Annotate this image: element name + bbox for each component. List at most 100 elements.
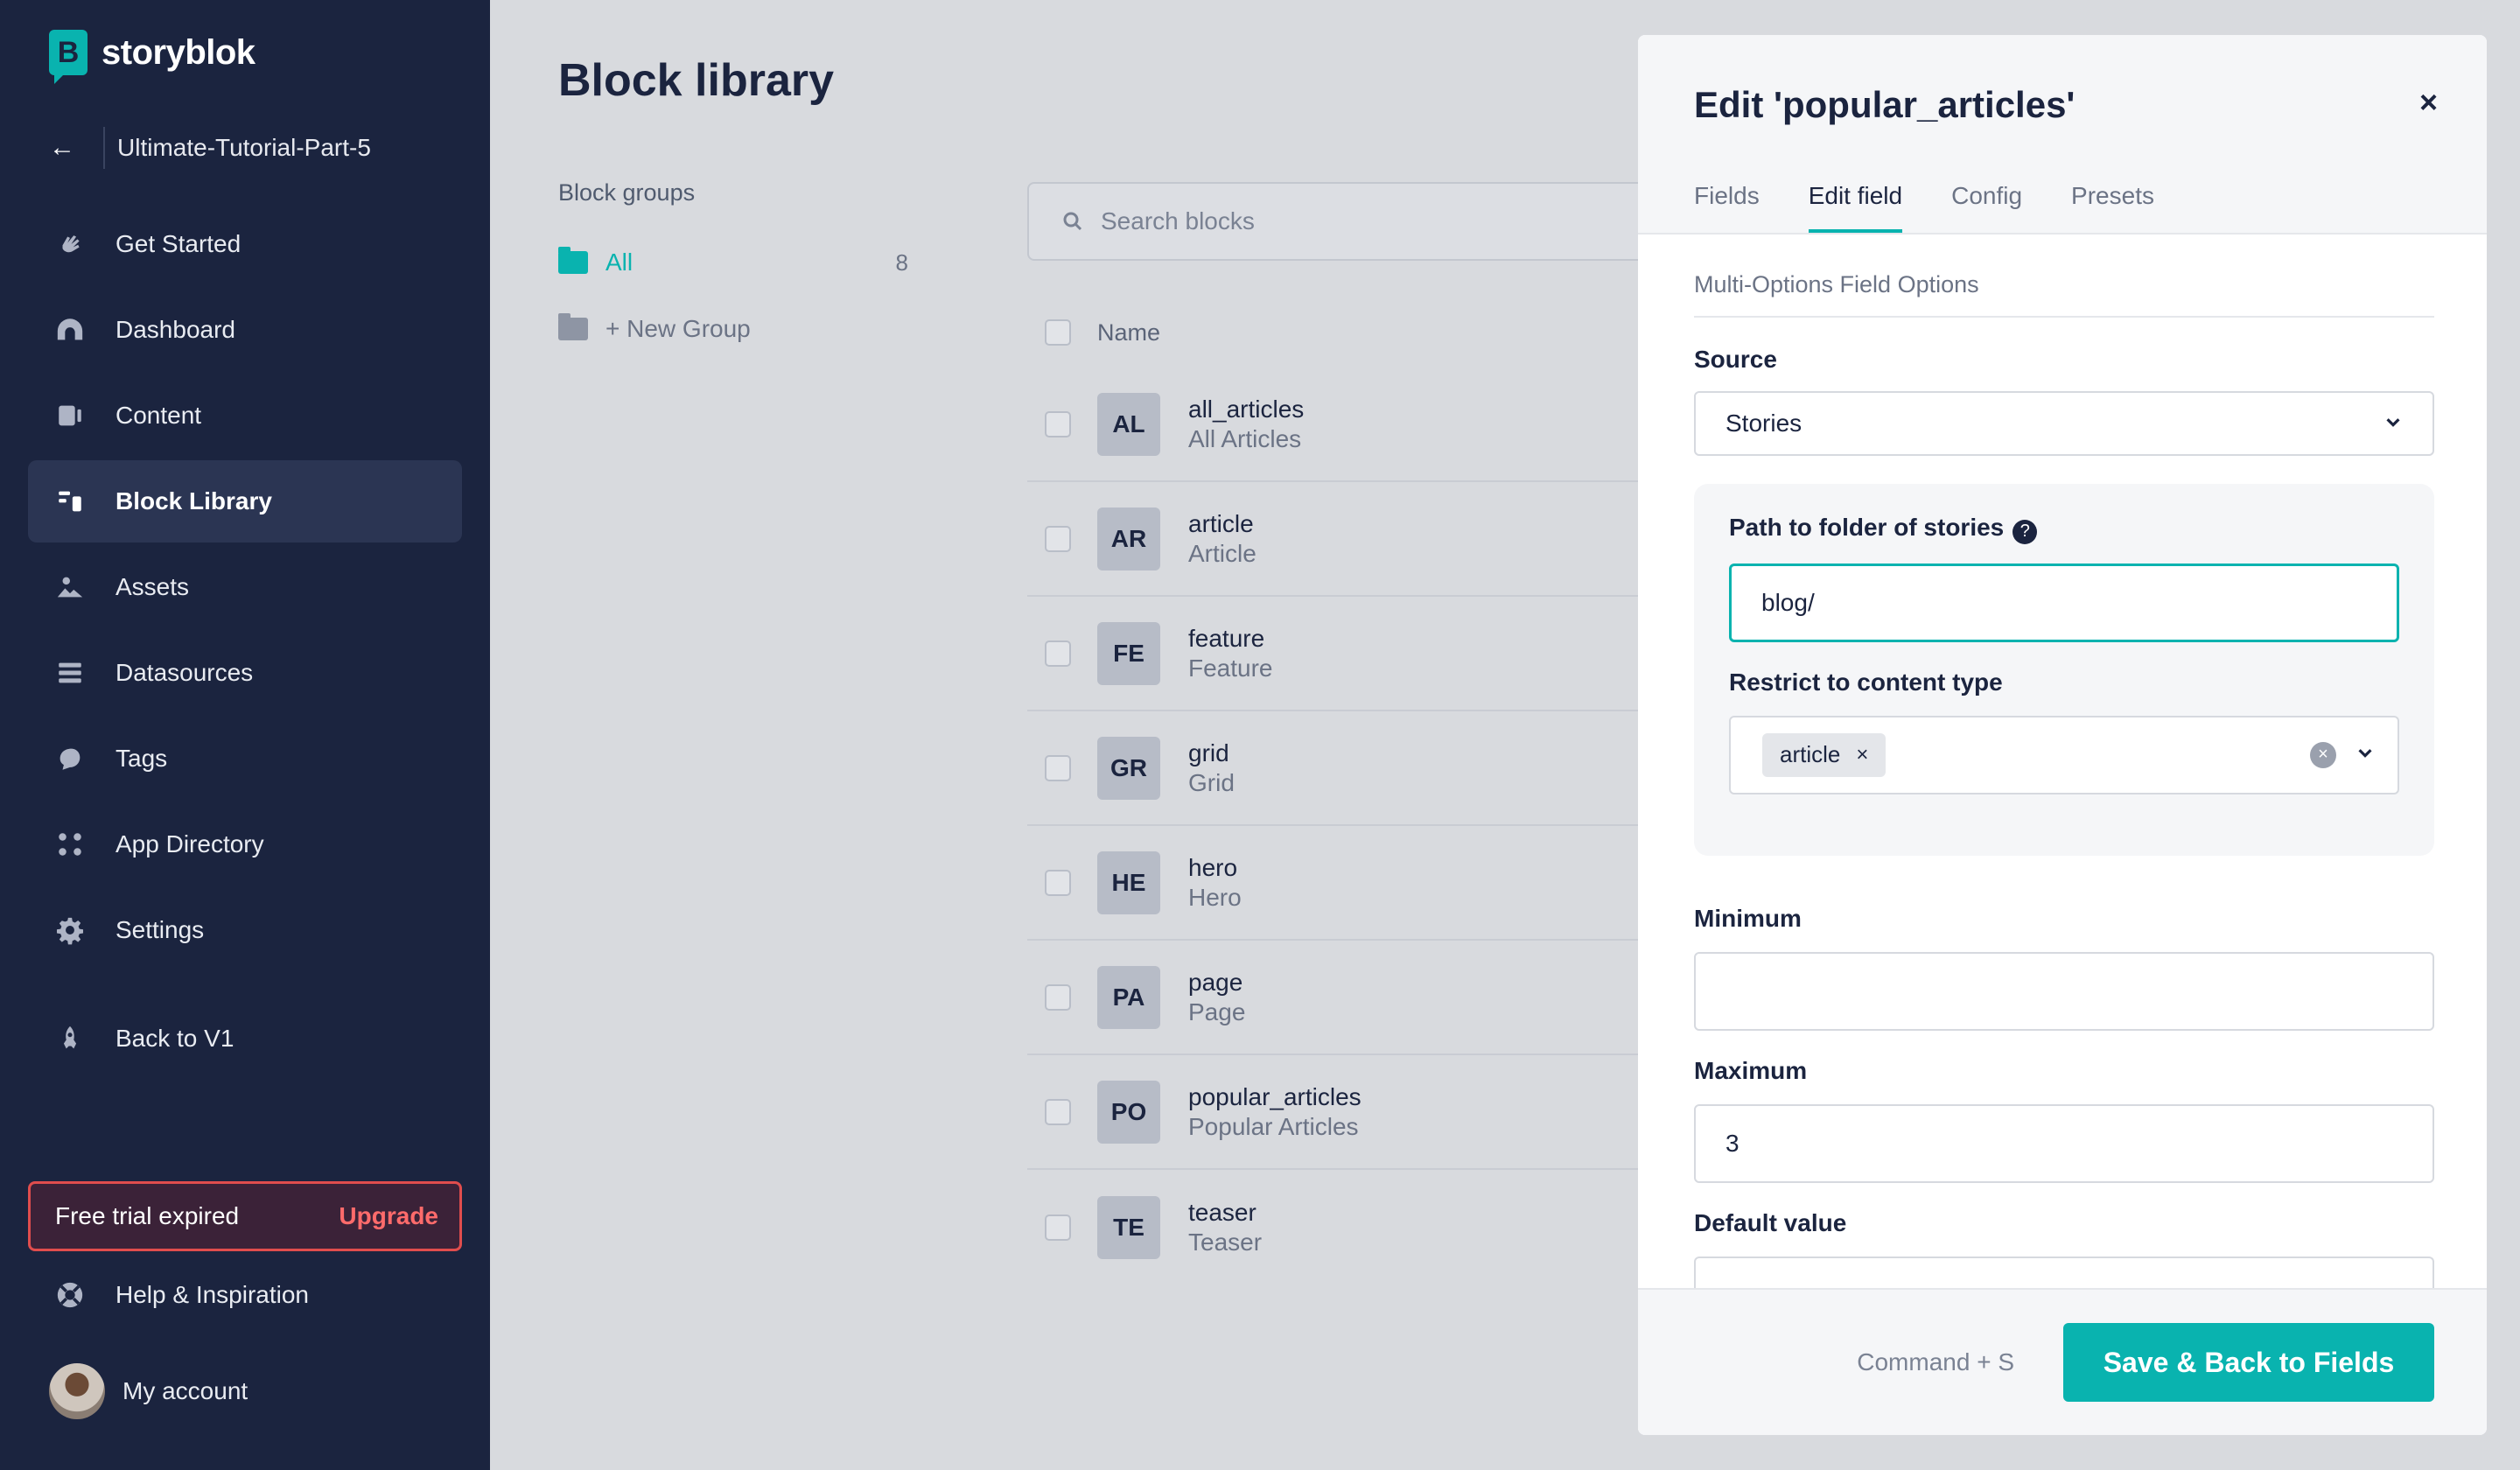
row-checkbox[interactable] — [1045, 984, 1071, 1011]
sidebar-item-label: Settings — [116, 916, 205, 943]
path-label: Path to folder of stories — [1729, 514, 2005, 541]
page-title: Block library — [558, 55, 835, 106]
tab-edit-field[interactable]: Edit field — [1808, 182, 1903, 233]
source-value: Stories — [1726, 410, 1802, 437]
block-name: hero — [1188, 853, 1238, 881]
path-input[interactable]: blog/ — [1729, 563, 2399, 642]
clear-icon[interactable]: × — [2310, 741, 2336, 768]
upgrade-link[interactable]: Upgrade — [339, 1202, 438, 1230]
content-type-select[interactable]: article × × — [1729, 715, 2399, 794]
sidebar-item-label: Back to V1 — [116, 1025, 234, 1052]
assets-icon — [54, 571, 86, 603]
help-inspiration-link[interactable]: Help & Inspiration — [54, 1279, 309, 1311]
row-text: teaser Teaser — [1188, 1199, 1262, 1256]
tab-fields[interactable]: Fields — [1694, 182, 1760, 233]
sidebar-item-assets[interactable]: Assets — [28, 546, 462, 628]
help-icon[interactable]: ? — [2012, 519, 2038, 544]
app-directory-icon — [54, 829, 86, 860]
row-checkbox[interactable] — [1045, 410, 1071, 438]
panel-tabs: Fields Edit field Config Presets — [1694, 182, 2154, 233]
close-icon[interactable]: × — [2419, 84, 2438, 121]
block-badge: PA — [1097, 965, 1160, 1029]
search-input[interactable]: Search blocks — [1027, 182, 1657, 261]
path-label-row: Path to folder of stories? — [1729, 514, 2399, 544]
row-checkbox[interactable] — [1045, 754, 1071, 781]
block-badge: AL — [1097, 392, 1160, 456]
select-all-checkbox[interactable] — [1045, 319, 1071, 346]
sidebar-item-settings[interactable]: Settings — [28, 889, 462, 971]
trial-status-text: Free trial expired — [55, 1202, 240, 1229]
search-placeholder: Search blocks — [1101, 207, 1255, 234]
block-name: feature — [1188, 624, 1265, 652]
row-checkbox[interactable] — [1045, 640, 1071, 667]
sidebar-item-get-started[interactable]: Get Started — [28, 203, 462, 285]
sidebar-item-content[interactable]: Content — [28, 374, 462, 457]
sidebar-item-back-to-v1[interactable]: Back to V1 — [28, 998, 462, 1080]
table-row[interactable]: PO popular_articles Popular Articles — [1027, 1055, 1640, 1170]
row-checkbox[interactable] — [1045, 1214, 1071, 1241]
table-row[interactable]: GR grid Grid — [1027, 711, 1640, 826]
panel-title: Edit 'popular_articles' — [1694, 84, 2076, 125]
path-value: blog/ — [1761, 588, 1815, 616]
sidebar-item-datasources[interactable]: Datasources — [28, 632, 462, 714]
group-all[interactable]: All 8 — [558, 247, 908, 276]
row-checkbox[interactable] — [1045, 1098, 1071, 1125]
block-display-name: Feature — [1188, 654, 1273, 682]
lifebuoy-icon — [54, 1279, 86, 1311]
minimum-label: Minimum — [1694, 904, 1802, 932]
block-name: grid — [1188, 738, 1229, 766]
sidebar-item-block-library[interactable]: Block Library — [28, 460, 462, 542]
space-name: Ultimate-Tutorial-Part-5 — [117, 134, 371, 161]
search-icon — [1062, 211, 1083, 232]
chevron-down-icon[interactable] — [2356, 743, 2375, 766]
minimum-input[interactable] — [1694, 951, 2434, 1031]
sidebar-nav: Get Started Dashboard Content Block Libr… — [28, 203, 462, 1083]
storyblok-logo[interactable]: B storyblok — [49, 30, 256, 84]
block-badge: HE — [1097, 850, 1160, 914]
tab-config[interactable]: Config — [1951, 182, 2022, 233]
my-account-link[interactable]: My account — [49, 1363, 248, 1419]
row-text: hero Hero — [1188, 854, 1242, 912]
new-group-button[interactable]: + New Group — [558, 313, 908, 343]
arrow-left-icon[interactable]: ← — [49, 133, 91, 163]
sidebar-item-label: Content — [116, 402, 202, 429]
sidebar-item-label: Block Library — [116, 487, 272, 514]
block-display-name: Page — [1188, 998, 1246, 1026]
save-back-button[interactable]: Save & Back to Fields — [2063, 1323, 2434, 1402]
block-display-name: Grid — [1188, 768, 1235, 796]
avatar — [49, 1363, 105, 1419]
tags-icon — [54, 743, 86, 774]
sidebar-item-app-directory[interactable]: App Directory — [28, 803, 462, 886]
sidebar-item-tags[interactable]: Tags — [28, 718, 462, 800]
row-checkbox[interactable] — [1045, 869, 1071, 896]
block-badge: FE — [1097, 621, 1160, 685]
table-row[interactable]: AR article Article — [1027, 482, 1640, 597]
source-select[interactable]: Stories — [1694, 391, 2434, 456]
hand-wave-icon — [54, 228, 86, 260]
row-text: all_articles All Articles — [1188, 396, 1304, 453]
block-display-name: Hero — [1188, 883, 1242, 911]
table-row[interactable]: HE hero Hero — [1027, 826, 1640, 941]
table-row[interactable]: PA page Page — [1027, 941, 1640, 1055]
gear-icon — [54, 914, 86, 946]
sidebar-item-label: Assets — [116, 573, 190, 600]
sidebar-item-label: Dashboard — [116, 316, 235, 343]
maximum-input[interactable]: 3 — [1694, 1103, 2434, 1183]
sidebar-item-label: Tags — [116, 745, 168, 772]
default-value-label: Default value — [1694, 1208, 1847, 1236]
table-row[interactable]: TE teaser Teaser — [1027, 1170, 1640, 1284]
row-checkbox[interactable] — [1045, 525, 1071, 552]
block-display-name: Popular Articles — [1188, 1112, 1359, 1140]
table-row[interactable]: AL all_articles All Articles — [1027, 368, 1640, 482]
sidebar-item-dashboard[interactable]: Dashboard — [28, 289, 462, 371]
restrict-label: Restrict to content type — [1729, 668, 2003, 696]
remove-chip-icon[interactable]: × — [1856, 743, 1868, 767]
account-label: My account — [122, 1377, 248, 1404]
block-display-name: Teaser — [1188, 1228, 1263, 1256]
block-badge: GR — [1097, 736, 1160, 800]
tab-presets[interactable]: Presets — [2071, 182, 2154, 233]
table-row[interactable]: FE feature Feature — [1027, 597, 1640, 711]
free-trial-banner: Free trial expired Upgrade — [28, 1181, 462, 1251]
space-switcher[interactable]: ← Ultimate-Tutorial-Part-5 — [49, 127, 371, 169]
panel-header: Edit 'popular_articles' × Fields Edit fi… — [1638, 35, 2487, 234]
